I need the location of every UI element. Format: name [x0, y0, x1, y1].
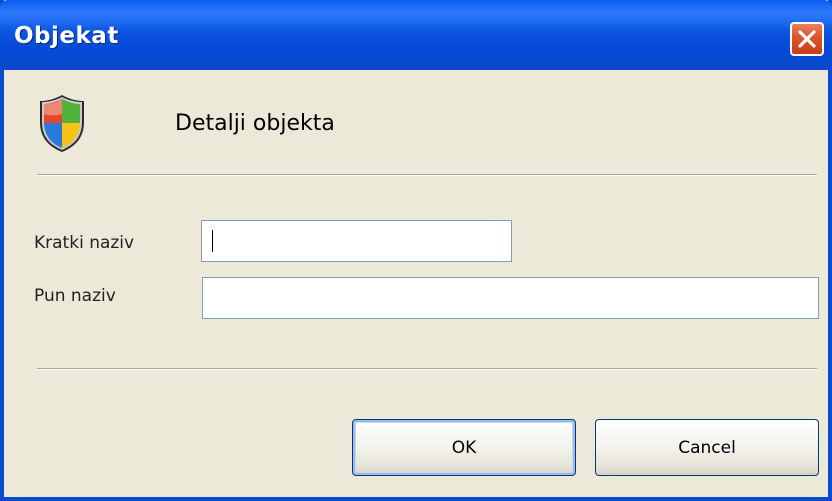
cancel-button[interactable]: Cancel	[595, 419, 819, 476]
full-name-label: Pun naziv	[34, 286, 116, 306]
cancel-button-label: Cancel	[678, 437, 736, 458]
security-shield-icon	[40, 95, 84, 152]
close-icon	[798, 30, 816, 48]
ok-button[interactable]: OK	[352, 419, 576, 476]
short-name-input[interactable]	[201, 220, 512, 262]
dialog-header: Detalji objekta	[4, 70, 828, 180]
short-name-label: Kratki naziv	[34, 233, 135, 253]
window-title: Objekat	[14, 23, 119, 49]
dialog-window: Objekat Detalji objekta Kratki naziv Pun…	[0, 0, 832, 501]
header-title: Detalji objekta	[175, 111, 335, 136]
ok-button-label: OK	[451, 437, 477, 458]
full-name-input[interactable]	[202, 277, 819, 319]
title-bar[interactable]: Objekat	[0, 0, 832, 70]
footer-divider	[37, 368, 817, 370]
close-button[interactable]	[790, 22, 824, 56]
header-divider	[37, 174, 817, 176]
text-caret	[212, 230, 213, 252]
